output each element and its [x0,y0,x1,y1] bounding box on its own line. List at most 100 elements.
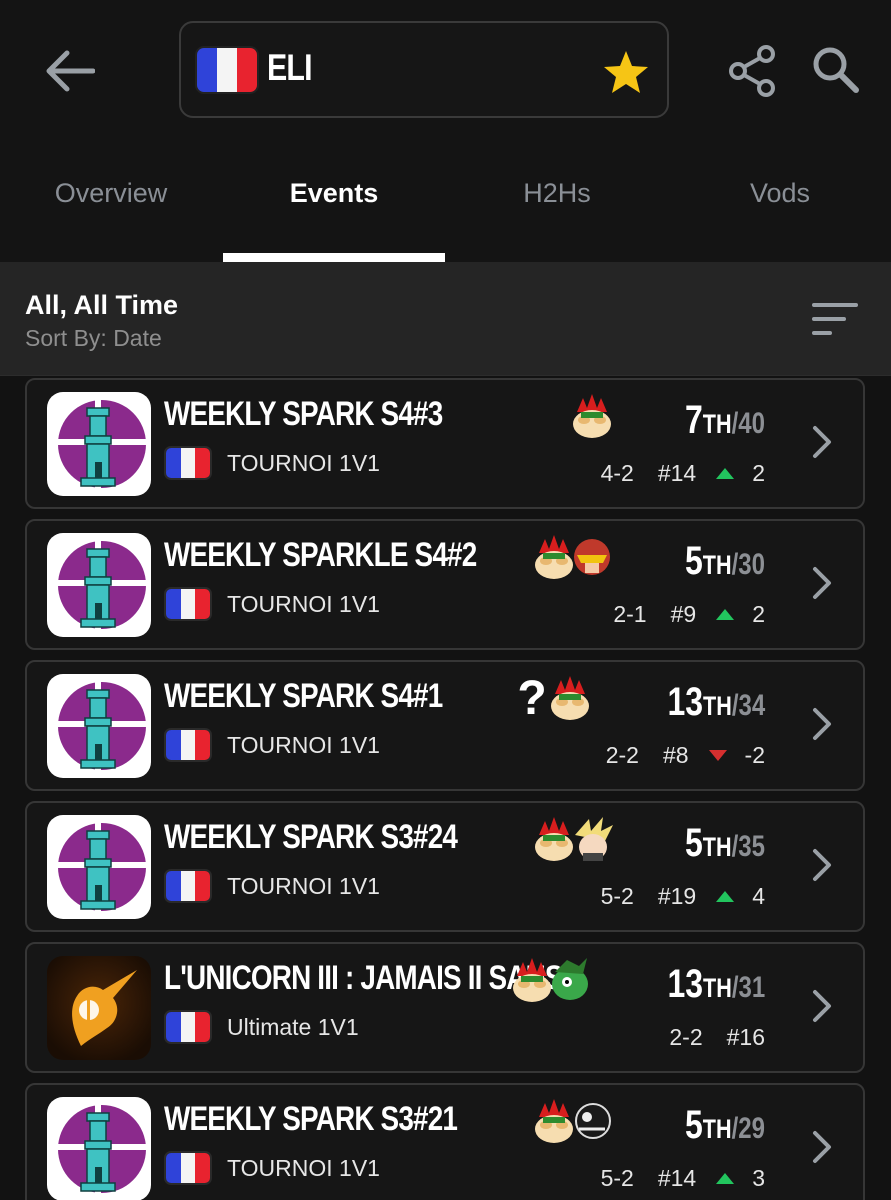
event-stats: 4-2 #14 2 [601,460,765,487]
event-stats: 5-2 #19 4 [601,883,765,910]
seed-delta: 2 [752,601,765,627]
svg-text:?: ? [517,672,546,722]
entrant-total: /30 [731,548,765,581]
event-title: WEEKLY SPARKLE S4#2 [164,536,477,574]
chevron-right-icon[interactable] [811,422,835,462]
player-search-box[interactable]: ELI [179,21,669,118]
entrant-total: /40 [731,407,765,440]
favorite-star-icon[interactable] [601,49,651,95]
seed: #9 [670,601,697,627]
placing-suffix: TH [702,1114,732,1144]
placing-number: 5 [685,821,703,865]
event-placing: 5TH/35 [685,821,765,866]
trend-up-icon [716,1173,735,1184]
trend-up-icon [716,891,735,902]
captain-falcon-icon [569,531,615,586]
tab-h2hs[interactable]: H2Hs [446,178,668,209]
placing-suffix: TH [702,832,732,862]
smash-tower-icon [47,815,151,919]
event-stats: 2-1 #9 2 [613,601,765,628]
seed-delta: 4 [752,883,765,909]
event-title: WEEKLY SPARK S4#1 [164,677,443,715]
chevron-right-icon[interactable] [811,1127,835,1167]
smash-tower-icon [47,1097,151,1200]
set-record: 2-2 [669,1024,703,1050]
tab-vods[interactable]: Vods [669,178,891,209]
character-icons [535,531,615,586]
placing-suffix: TH [702,409,732,439]
player-name: ELI [267,47,313,88]
event-format: TOURNOI 1V1 [227,450,380,476]
event-placing: 5TH/30 [685,539,765,584]
france-flag-icon [195,46,259,94]
chevron-right-icon[interactable] [811,704,835,744]
bowser-jr-icon [547,954,593,1009]
event-placing: 13TH/34 [667,680,765,725]
character-icons [513,954,593,1009]
france-flag-icon [164,587,212,621]
entrant-total: /29 [731,1112,765,1145]
bowser-icon [547,672,593,727]
app-header: ELI Overview Events H2Hs Vods [0,0,891,262]
filter-title: All, All Time [25,290,179,320]
sort-icon[interactable] [812,302,860,336]
event-card[interactable]: WEEKLY SPARK S3#24 TOURNOI 1V1 5TH/35 5-2 #1… [25,801,865,932]
france-flag-icon [164,446,212,480]
search-icon[interactable] [810,44,860,94]
placing-number: 5 [685,1103,703,1147]
sort-label: Sort By: Date [25,325,162,351]
event-stats: 2-2 #16 [669,1024,765,1051]
france-flag-icon [164,869,212,903]
event-card[interactable]: WEEKLY SPARK S4#3 TOURNOI 1V1 7TH/40 4-2 #14… [25,378,865,509]
event-card[interactable]: L'UNICORN III : JAMAIS II SANS... Ultimat… [25,942,865,1073]
event-format: TOURNOI 1V1 [227,1155,380,1181]
entrant-total: /31 [731,971,765,1004]
entrant-total: /34 [731,689,765,722]
event-format: TOURNOI 1V1 [227,873,380,899]
entrant-total: /35 [731,830,765,863]
active-tab-indicator [223,253,445,262]
set-record: 2-1 [613,601,647,627]
smash-tower-icon [47,533,151,637]
event-title: WEEKLY SPARK S3#24 [164,818,458,856]
chevron-right-icon[interactable] [811,845,835,885]
trend-up-icon [716,468,735,479]
event-title: WEEKLY SPARK S4#3 [164,395,443,433]
seed: #14 [657,1165,697,1191]
event-format: Ultimate 1V1 [227,1014,359,1040]
event-format: TOURNOI 1V1 [227,732,380,758]
seed: #19 [657,883,697,909]
tab-events[interactable]: Events [223,178,445,209]
share-icon[interactable] [726,44,778,98]
unicorn-icon [47,956,151,1060]
tab-overview[interactable]: Overview [0,178,222,209]
set-record: 4-2 [600,460,634,486]
events-list: WEEKLY SPARK S4#3 TOURNOI 1V1 7TH/40 4-2 #14… [0,376,891,1200]
france-flag-icon [164,1010,212,1044]
back-button[interactable] [38,40,100,102]
placing-suffix: TH [702,550,732,580]
set-record: 5-2 [600,883,634,909]
seed: #16 [726,1024,765,1050]
seed-delta: -2 [744,742,765,768]
event-card[interactable]: WEEKLY SPARK S4#1 TOURNOI 1V1 13TH/34? 2-2 #… [25,660,865,791]
chevron-right-icon[interactable] [811,986,835,1026]
game-and-watch-icon [569,1095,615,1150]
event-format: TOURNOI 1V1 [227,591,380,617]
trend-down-icon [708,750,727,761]
event-placing: 5TH/29 [685,1103,765,1148]
placing-number: 7 [685,398,703,442]
chevron-right-icon[interactable] [811,563,835,603]
france-flag-icon [164,728,212,762]
character-icons [573,390,615,444]
character-icons [535,813,615,868]
event-card[interactable]: WEEKLY SPARK S3#21 TOURNOI 1V1 5TH/29 5-2 #1… [25,1083,865,1200]
placing-number: 5 [685,539,703,583]
event-stats: 2-2 #8 -2 [606,742,765,769]
back-arrow-icon [46,50,95,92]
cloud-icon [569,813,615,868]
filter-bar[interactable]: All, All Time Sort By: Date [0,262,891,376]
france-flag-icon [164,1151,212,1185]
seed-delta: 2 [752,460,765,486]
event-card[interactable]: WEEKLY SPARKLE S4#2 TOURNOI 1V1 5TH/30 2-1 #… [25,519,865,650]
